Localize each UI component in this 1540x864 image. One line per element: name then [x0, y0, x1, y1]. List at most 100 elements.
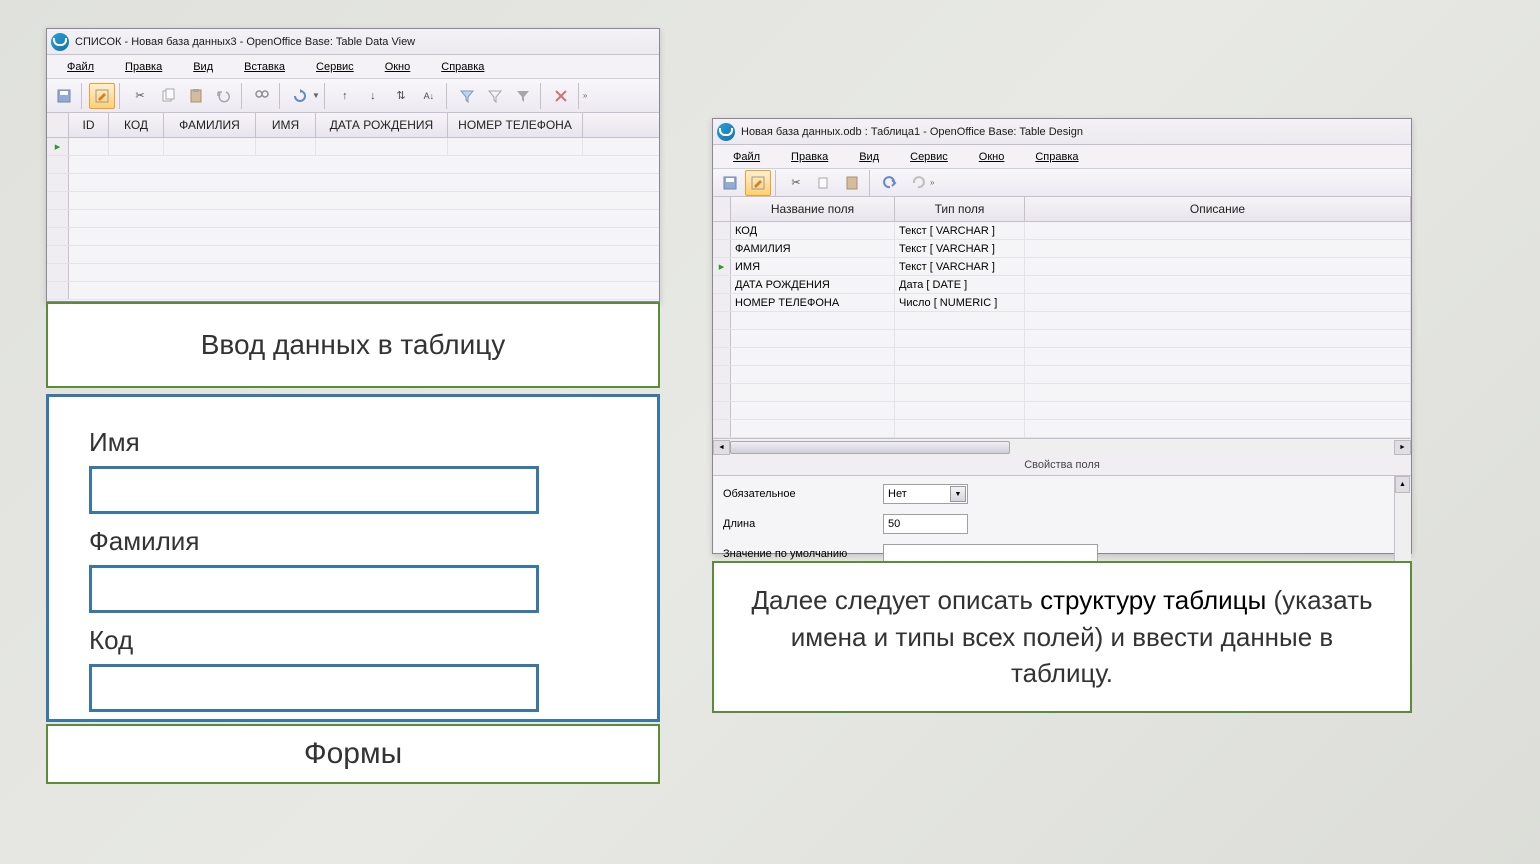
window-tabledata: СПИСОК - Новая база данных3 - OpenOffice…: [46, 28, 660, 302]
sort-az-icon[interactable]: A↓: [416, 83, 442, 109]
filter-apply-icon[interactable]: [510, 83, 536, 109]
col-fieldname[interactable]: Название поля: [731, 197, 895, 221]
window-title: СПИСОК - Новая база данных3 - OpenOffice…: [75, 36, 415, 48]
design-row[interactable]: [713, 312, 1411, 330]
col-phone[interactable]: НОМЕР ТЕЛЕФОНА: [448, 113, 583, 137]
menu-view[interactable]: Вид: [845, 148, 893, 166]
filter-remove-icon[interactable]: [548, 83, 574, 109]
design-row[interactable]: [713, 366, 1411, 384]
scroll-thumb[interactable]: [730, 441, 1010, 454]
undo-icon[interactable]: [877, 170, 903, 196]
prop-length-label: Длина: [723, 518, 883, 530]
design-row[interactable]: ФАМИЛИЯТекст [ VARCHAR ]: [713, 240, 1411, 258]
design-row[interactable]: [713, 384, 1411, 402]
horizontal-scrollbar[interactable]: ◄ ►: [713, 438, 1411, 455]
titlebar[interactable]: СПИСОК - Новая база данных3 - OpenOffice…: [47, 29, 659, 55]
edit-mode-icon[interactable]: [89, 83, 115, 109]
paste-icon[interactable]: [839, 170, 865, 196]
menu-edit[interactable]: Правка: [111, 58, 176, 76]
menu-tools[interactable]: Сервис: [896, 148, 962, 166]
paste-icon[interactable]: [183, 83, 209, 109]
refresh-icon[interactable]: [287, 83, 313, 109]
filter-standard-icon[interactable]: [482, 83, 508, 109]
form-input-code[interactable]: [89, 664, 539, 712]
menu-insert[interactable]: Вставка: [230, 58, 299, 76]
scroll-up-icon[interactable]: ▲: [1395, 476, 1410, 493]
prop-required-label: Обязательное: [723, 488, 883, 500]
toolbar: ✂ ▼ ↑ ↓ ⇅ A↓ »: [47, 79, 659, 113]
datagrid-row[interactable]: [47, 210, 659, 228]
current-row-marker-icon: [713, 258, 731, 275]
openoffice-logo-icon: [51, 33, 69, 51]
annotation-text: Далее следует описать структуру таблицы …: [744, 582, 1380, 691]
datagrid-row[interactable]: [47, 264, 659, 282]
menu-tools[interactable]: Сервис: [302, 58, 368, 76]
undo-icon[interactable]: [211, 83, 237, 109]
menu-view[interactable]: Вид: [179, 58, 227, 76]
redo-icon[interactable]: [905, 170, 931, 196]
design-row[interactable]: НОМЕР ТЕЛЕФОНАЧисло [ NUMERIC ]: [713, 294, 1411, 312]
col-id[interactable]: ID: [69, 113, 109, 137]
filter-auto-icon[interactable]: [454, 83, 480, 109]
annotation-structure: Далее следует описать структуру таблицы …: [712, 561, 1412, 713]
copy-icon[interactable]: [811, 170, 837, 196]
col-imya[interactable]: ИМЯ: [256, 113, 316, 137]
scroll-right-icon[interactable]: ►: [1394, 440, 1411, 455]
menubar: Файл Правка Вид Вставка Сервис Окно Спра…: [47, 55, 659, 79]
menu-window[interactable]: Окно: [965, 148, 1019, 166]
find-icon[interactable]: [249, 83, 275, 109]
design-row[interactable]: [713, 330, 1411, 348]
menu-help[interactable]: Справка: [1021, 148, 1092, 166]
menu-help[interactable]: Справка: [427, 58, 498, 76]
datagrid-row[interactable]: [47, 192, 659, 210]
save-icon[interactable]: [717, 170, 743, 196]
form-input-surname[interactable]: [89, 565, 539, 613]
design-row[interactable]: [713, 402, 1411, 420]
field-properties-header: Свойства поля: [713, 455, 1411, 476]
sort-desc-icon[interactable]: ↓: [360, 83, 386, 109]
design-row[interactable]: ДАТА РОЖДЕНИЯДата [ DATE ]: [713, 276, 1411, 294]
col-date[interactable]: ДАТА РОЖДЕНИЯ: [316, 113, 448, 137]
more-chevron-icon[interactable]: »: [583, 91, 587, 100]
menu-edit[interactable]: Правка: [777, 148, 842, 166]
design-row-current[interactable]: ИМЯТекст [ VARCHAR ]: [713, 258, 1411, 276]
datagrid-header: ID КОД ФАМИЛИЯ ИМЯ ДАТА РОЖДЕНИЯ НОМЕР Т…: [47, 113, 659, 138]
copy-icon[interactable]: [155, 83, 181, 109]
datagrid-row[interactable]: [47, 228, 659, 246]
menu-file[interactable]: Файл: [53, 58, 108, 76]
prop-required-select[interactable]: Нет▼: [883, 484, 968, 504]
scroll-left-icon[interactable]: ◄: [713, 440, 730, 455]
save-icon[interactable]: [51, 83, 77, 109]
menu-file[interactable]: Файл: [719, 148, 774, 166]
col-description[interactable]: Описание: [1025, 197, 1411, 221]
window-title: Новая база данных.odb : Таблица1 - OpenO…: [741, 126, 1083, 138]
datagrid-row[interactable]: [47, 282, 659, 300]
current-row-marker-icon[interactable]: [47, 138, 69, 155]
col-familia[interactable]: ФАМИЛИЯ: [164, 113, 256, 137]
datagrid-row[interactable]: [47, 156, 659, 174]
design-row[interactable]: КОДТекст [ VARCHAR ]: [713, 222, 1411, 240]
sort-icon[interactable]: ⇅: [388, 83, 414, 109]
datagrid-row[interactable]: [47, 174, 659, 192]
prop-length-input[interactable]: [883, 514, 968, 534]
sort-asc-icon[interactable]: ↑: [332, 83, 358, 109]
row-selector-header[interactable]: [47, 113, 69, 137]
cut-icon[interactable]: ✂: [127, 83, 153, 109]
datagrid-row[interactable]: [47, 246, 659, 264]
design-row[interactable]: [713, 348, 1411, 366]
menubar: Файл Правка Вид Сервис Окно Справка: [713, 145, 1411, 169]
design-row[interactable]: [713, 420, 1411, 438]
datagrid-row-current[interactable]: [47, 138, 659, 156]
dropdown-arrow-icon[interactable]: ▼: [950, 486, 966, 502]
col-fieldtype[interactable]: Тип поля: [895, 197, 1025, 221]
form-input-name[interactable]: [89, 466, 539, 514]
titlebar[interactable]: Новая база данных.odb : Таблица1 - OpenO…: [713, 119, 1411, 145]
col-kod[interactable]: КОД: [109, 113, 164, 137]
dropdown-chevron-icon[interactable]: ▼: [312, 91, 320, 100]
design-header: Название поля Тип поля Описание: [713, 197, 1411, 222]
cut-icon[interactable]: ✂: [783, 170, 809, 196]
annotation-input-data: Ввод данных в таблицу: [46, 302, 660, 388]
edit-mode-icon[interactable]: [745, 170, 771, 196]
row-selector-header[interactable]: [713, 197, 731, 221]
menu-window[interactable]: Окно: [371, 58, 425, 76]
